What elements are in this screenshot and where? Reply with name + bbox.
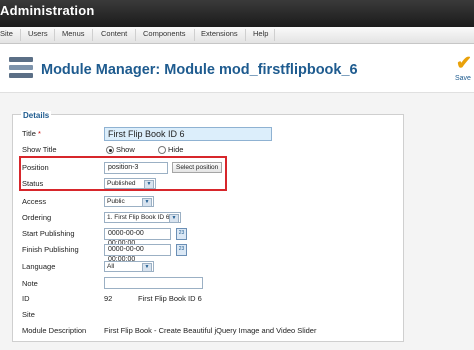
show-title-row: Show Title Show Hide (22, 143, 402, 157)
finish-publishing-input[interactable]: 0000-00-00 00:00:00 (104, 244, 171, 263)
id-row: ID 92 First Flip Book ID 6 (22, 292, 402, 306)
language-row: Language All ▼ (22, 260, 402, 274)
module-description-row: Module Description First Flip Book - Cre… (22, 324, 402, 338)
ordering-select[interactable]: 1. First Flip Book ID 6 ▼ (104, 212, 181, 223)
id-module-name: First Flip Book ID 6 (138, 294, 202, 303)
ordering-value: 1. First Flip Book ID 6 (107, 214, 170, 221)
chevron-down-icon: ▼ (142, 263, 152, 272)
show-title-label: Show Title (22, 145, 57, 154)
menu-divider (194, 29, 195, 41)
note-label: Note (22, 279, 38, 288)
site-label: Site (22, 310, 35, 319)
start-publishing-row: Start Publishing 0000-00-00 00:00:00 23 (22, 227, 402, 247)
details-legend: Details (21, 111, 52, 120)
menu-divider (245, 29, 246, 41)
page-title: Module Manager: Module mod_firstflipbook… (41, 62, 358, 78)
admin-header: Administration (0, 0, 474, 27)
menu-item-menus[interactable]: Menus (62, 29, 85, 38)
title-row: Title * First Flip Book ID 6 (22, 127, 402, 141)
menu-divider (135, 29, 136, 41)
site-row: Site (22, 308, 402, 322)
calendar-icon[interactable]: 23 (176, 244, 187, 256)
show-radio[interactable] (106, 146, 114, 154)
finish-publishing-row: Finish Publishing 0000-00-00 00:00:00 23 (22, 243, 402, 263)
save-label: Save (455, 75, 471, 82)
menu-item-help[interactable]: Help (253, 29, 268, 38)
admin-title: Administration (0, 3, 95, 18)
id-label: ID (22, 294, 30, 303)
module-description-value: First Flip Book - Create Beautiful jQuer… (104, 326, 317, 335)
highlight-box (19, 156, 227, 191)
menu-divider (274, 29, 275, 41)
menu-item-site[interactable]: Site (0, 29, 13, 38)
module-description-label: Module Description (22, 326, 87, 335)
calendar-icon[interactable]: 23 (176, 228, 187, 240)
chevron-down-icon: ▼ (142, 198, 152, 207)
access-row: Access Public ▼ (22, 195, 402, 209)
menu-item-users[interactable]: Users (28, 29, 48, 38)
title-label: Title * (22, 129, 41, 138)
checkmark-icon: ✔ (456, 53, 472, 74)
menu-divider (20, 29, 21, 41)
module-manager-icon (9, 57, 33, 78)
language-select[interactable]: All ▼ (104, 261, 154, 272)
ordering-row: Ordering 1. First Flip Book ID 6 ▼ (22, 211, 402, 225)
save-button[interactable]: ✔ Save (452, 54, 474, 90)
menu-divider (92, 29, 93, 41)
access-label: Access (22, 197, 47, 206)
note-row: Note (22, 277, 402, 291)
hide-option-label: Hide (168, 145, 184, 154)
menu-item-content[interactable]: Content (101, 29, 127, 38)
hide-radio[interactable] (158, 146, 166, 154)
finish-publishing-label: Finish Publishing (22, 245, 79, 254)
menu-item-extensions[interactable]: Extensions (201, 29, 238, 38)
access-value: Public (107, 198, 125, 205)
language-value: All (107, 263, 115, 270)
menu-item-components[interactable]: Components (143, 29, 186, 38)
menu-divider (54, 29, 55, 41)
language-label: Language (22, 262, 56, 271)
start-publishing-input[interactable]: 0000-00-00 00:00:00 (104, 228, 171, 247)
ordering-label: Ordering (22, 213, 52, 222)
access-select[interactable]: Public ▼ (104, 196, 154, 207)
toolbar: Module Manager: Module mod_firstflipbook… (0, 44, 474, 93)
note-input[interactable] (104, 277, 203, 289)
main-menu: Site Users Menus Content Components Exte… (0, 27, 474, 44)
title-input[interactable]: First Flip Book ID 6 (104, 127, 272, 141)
id-value: 92 (104, 294, 113, 303)
start-publishing-label: Start Publishing (22, 229, 75, 238)
chevron-down-icon: ▼ (169, 214, 179, 223)
show-option-label: Show (116, 145, 135, 154)
